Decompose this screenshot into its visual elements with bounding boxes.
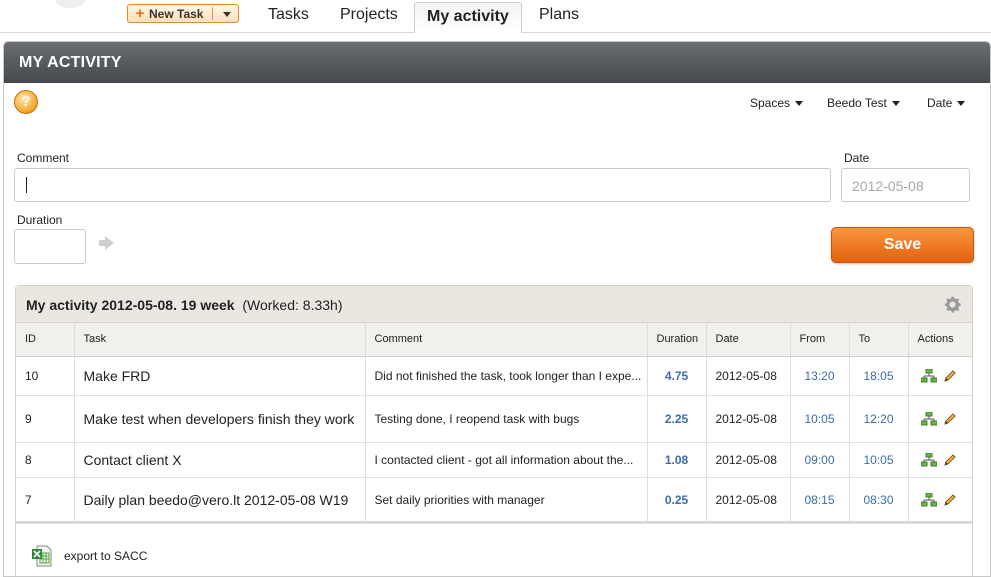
cell-duration[interactable]: 4.75	[647, 356, 707, 396]
cell-actions	[908, 442, 972, 478]
cell-id: 7	[16, 477, 75, 524]
comment-label: Comment	[17, 151, 70, 165]
tab-plans[interactable]: Plans	[539, 6, 579, 24]
cell-from[interactable]: 13:20	[790, 356, 850, 396]
pencil-icon[interactable]	[943, 412, 957, 426]
cell-task[interactable]: Daily plan beedo@vero.lt 2012-05-08 W19	[74, 477, 366, 524]
gear-icon[interactable]	[942, 294, 963, 315]
cell-comment: Testing done, I reopend task with bugs	[365, 395, 648, 443]
top-navigation: + New Task Tasks Projects My activity Pl…	[0, 0, 991, 33]
table-divider	[16, 521, 972, 523]
cell-from[interactable]: 08:15	[790, 477, 850, 524]
my-activity-panel: MY ACTIVITY ? Spaces Beedo Test Date Com…	[3, 41, 991, 577]
activity-table: ID Task Comment Duration Date From To Ac…	[16, 323, 972, 524]
space-name-filter[interactable]: Beedo Test	[827, 96, 900, 110]
cell-to[interactable]: 08:30	[849, 477, 909, 524]
cell-duration[interactable]: 2.25	[647, 395, 707, 443]
cell-actions	[908, 395, 972, 443]
cell-id: 9	[16, 395, 75, 443]
hierarchy-icon[interactable]	[920, 368, 937, 383]
cell-duration[interactable]: 1.08	[647, 442, 707, 478]
date-filter-label: Date	[927, 96, 953, 110]
cell-date: 2012-05-08	[706, 477, 791, 524]
table-row: 8 Contact client X I contacted client - …	[16, 442, 972, 478]
cell-comment: Did not finished the task, took longer t…	[365, 356, 648, 396]
cell-actions	[908, 477, 972, 524]
cell-date: 2012-05-08	[706, 442, 791, 478]
date-value: 2012-05-08	[852, 178, 924, 194]
cell-duration[interactable]: 0.25	[647, 477, 707, 524]
table-row: 9 Make test when developers finish they …	[16, 395, 972, 443]
column-header[interactable]: Date	[706, 323, 791, 357]
pencil-icon[interactable]	[943, 493, 957, 507]
cell-date: 2012-05-08	[706, 395, 791, 443]
column-header[interactable]: ID	[16, 323, 75, 357]
worked-hours: (Worked: 8.33h)	[242, 297, 343, 313]
pencil-icon[interactable]	[943, 369, 957, 383]
help-icon[interactable]: ?	[14, 90, 38, 114]
text-cursor	[26, 177, 27, 193]
cell-from[interactable]: 09:00	[790, 442, 850, 478]
cell-task[interactable]: Contact client X	[74, 442, 366, 478]
column-header[interactable]: Duration	[647, 323, 707, 357]
export-link[interactable]: export to SACC	[32, 545, 147, 567]
arrow-right-icon	[99, 236, 114, 250]
cell-comment: Set daily priorities with manager	[365, 477, 648, 524]
comment-input[interactable]	[14, 168, 831, 202]
tab-my-activity[interactable]: My activity	[414, 2, 522, 33]
table-header-row: ID Task Comment Duration Date From To Ac…	[16, 323, 972, 357]
activity-list: My activity 2012-05-08. 19 week (Worked:…	[15, 285, 973, 576]
spaces-filter-label: Spaces	[750, 96, 791, 110]
pencil-icon[interactable]	[943, 453, 957, 467]
duration-input[interactable]	[14, 229, 86, 264]
date-filter[interactable]: Date	[927, 96, 966, 110]
new-task-button[interactable]: + New Task	[127, 4, 239, 23]
tab-projects[interactable]: Projects	[340, 6, 398, 24]
panel-title: MY ACTIVITY	[4, 42, 990, 83]
cell-id: 8	[16, 442, 75, 478]
chevron-down-icon	[957, 101, 966, 107]
duration-label: Duration	[17, 213, 63, 227]
chevron-down-icon	[891, 101, 900, 107]
column-header: Actions	[908, 323, 972, 357]
activity-heading: My activity 2012-05-08. 19 week (Worked:…	[16, 286, 972, 323]
hierarchy-icon[interactable]	[920, 493, 937, 507]
cell-id: 10	[16, 356, 75, 396]
hierarchy-icon[interactable]	[920, 411, 937, 426]
plus-icon: +	[135, 4, 145, 22]
hierarchy-icon[interactable]	[920, 452, 937, 467]
activity-title: My activity 2012-05-08. 19 week	[26, 297, 235, 313]
cell-to[interactable]: 12:20	[849, 395, 909, 443]
space-name-filter-label: Beedo Test	[827, 96, 887, 110]
column-header[interactable]: Comment	[365, 323, 648, 357]
column-header[interactable]: Task	[74, 323, 366, 357]
cell-actions	[908, 356, 972, 396]
cell-to[interactable]: 18:05	[849, 356, 909, 396]
export-label: export to SACC	[64, 549, 148, 563]
cell-task[interactable]: Make FRD	[74, 356, 366, 396]
column-header[interactable]: To	[849, 323, 909, 357]
save-button[interactable]: Save	[831, 227, 974, 263]
cell-date: 2012-05-08	[706, 356, 791, 396]
new-task-label: New Task	[149, 6, 204, 21]
table-row: 10 Make FRD Did not finished the task, t…	[16, 356, 972, 396]
chevron-down-icon	[795, 101, 804, 107]
column-header[interactable]: From	[790, 323, 850, 357]
spaces-filter[interactable]: Spaces	[750, 96, 804, 110]
cell-task[interactable]: Make test when developers finish they wo…	[74, 395, 366, 443]
cell-comment: I contacted client - got all information…	[365, 442, 648, 478]
date-label: Date	[844, 151, 870, 165]
tab-tasks[interactable]: Tasks	[268, 6, 309, 24]
chevron-down-icon[interactable]	[223, 12, 231, 17]
date-input[interactable]: 2012-05-08	[841, 168, 970, 202]
logo-fragment	[55, 0, 85, 8]
excel-icon	[32, 545, 52, 567]
table-row: 7 Daily plan beedo@vero.lt 2012-05-08 W1…	[16, 477, 972, 524]
cell-from[interactable]: 10:05	[790, 395, 850, 443]
cell-to[interactable]: 10:05	[849, 442, 909, 478]
button-divider	[212, 7, 213, 20]
